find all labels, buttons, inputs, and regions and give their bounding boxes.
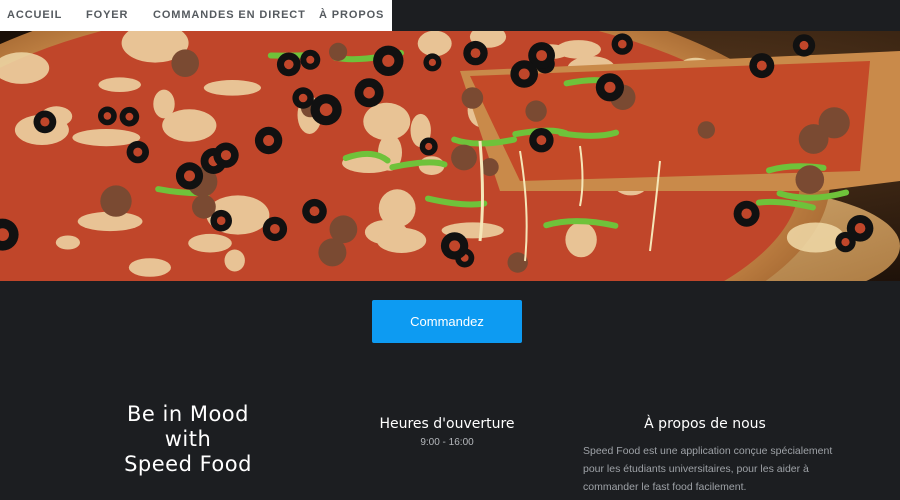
tagline-line-2: with <box>164 427 212 451</box>
opening-hours-value: 9:00 - 16:00 <box>420 437 474 448</box>
nav-item-commandes-en-direct[interactable]: COMMANDES EN DIRECT <box>153 9 306 21</box>
tagline-line-1: Be in Mood <box>127 402 249 426</box>
about-section: À propos de nous Speed Food est une appl… <box>583 415 833 496</box>
about-text: Speed Food est une application conçue sp… <box>583 445 833 493</box>
nav-item-a-propos[interactable]: À PROPOS <box>319 9 384 21</box>
nav-item-foyer[interactable]: FOYER <box>86 9 128 21</box>
opening-hours-title: Heures d'ouverture <box>379 416 515 432</box>
hero-pizza-image <box>0 31 900 281</box>
main-nav: ACCUEIL FOYER COMMANDES EN DIRECT À PROP… <box>0 0 392 31</box>
order-button[interactable]: Commandez <box>372 300 522 343</box>
nav-item-accueil[interactable]: ACCUEIL <box>7 9 62 21</box>
tagline-line-3: Speed Food <box>124 452 252 476</box>
about-title: À propos de nous <box>644 416 766 432</box>
opening-hours: Heures d'ouverture 9:00 - 16:00 <box>370 415 524 449</box>
tagline: Be in Mood with Speed Food <box>100 402 276 477</box>
